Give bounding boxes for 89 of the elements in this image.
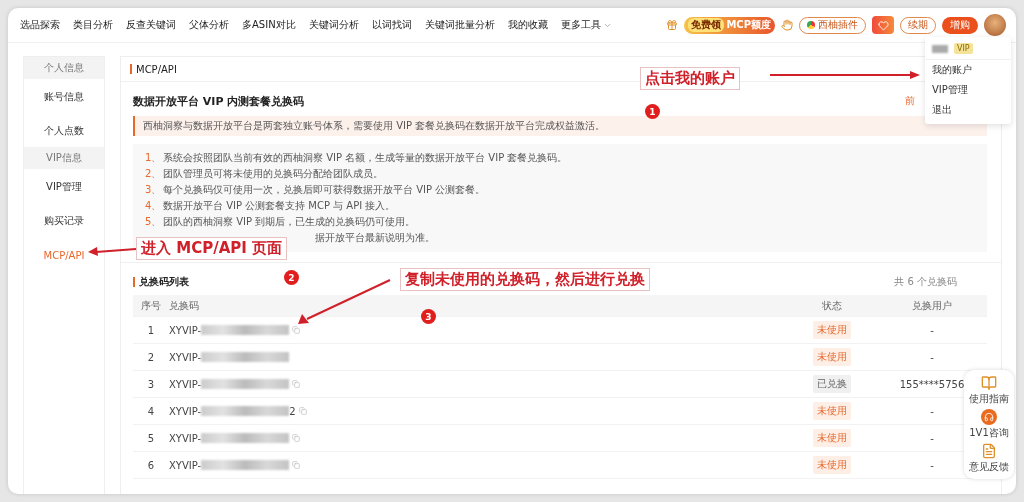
plugin-button[interactable]: 西柚插件 [799, 16, 866, 34]
rule-text: 团队的西柚洞察 VIP 到期后，已生成的兑换码仍可使用。 [163, 215, 416, 229]
nav-link[interactable]: 关键词批量分析 [424, 18, 495, 32]
code-text: XYVIP- [169, 405, 202, 417]
table-cell: - [930, 432, 934, 444]
table-cell: - [930, 459, 934, 471]
heart-icon [877, 19, 889, 31]
rule-text: 据开放平台最新说明为准。 [314, 231, 435, 245]
hand-icon [781, 19, 793, 31]
copy-icon[interactable] [292, 461, 301, 469]
status-tag: 未使用 [813, 348, 851, 366]
browser-icon [807, 21, 815, 29]
headset-icon [981, 409, 997, 425]
code-text: XYVIP- [169, 378, 202, 390]
page-title: 数据开放平台 VIP 内测套餐兑换码 [133, 93, 305, 109]
code-text: XYVIP- [169, 432, 202, 444]
table-cell: 2 [147, 351, 155, 363]
sidebar-group-label: VIP信息 [24, 147, 104, 169]
column-header: 兑换用户 [912, 298, 952, 313]
table-cell: 5 [147, 432, 155, 444]
status-tag: 未使用 [813, 321, 851, 339]
column-header: 序号 [141, 298, 161, 313]
table-cell: 6 [147, 459, 155, 471]
code-count: 共 6 个兑换码 [894, 275, 957, 289]
section-title: MCP/API [136, 63, 177, 75]
heart-button[interactable] [872, 16, 894, 34]
code-text: 2 [289, 405, 296, 417]
nav-link[interactable]: 类目分析 [73, 18, 113, 32]
notice-banner: 西柚洞察与数据开放平台是两套独立账号体系，需要使用 VIP 套餐兑换码在数据开放平台完成权益激活。 [133, 116, 987, 136]
annotation-label: 复制未使用的兑换码，然后进行兑换 [400, 268, 650, 291]
rule-text: 系统会按照团队当前有效的西柚洞察 VIP 名额，生成等量的数据开放平台 VIP 套餐兑换码。 [163, 151, 568, 165]
nav-link[interactable]: 父体分析 [189, 18, 229, 32]
table-cell: - [930, 405, 934, 417]
table-cell: - [930, 351, 934, 363]
menu-item[interactable]: VIP管理 [925, 80, 1011, 100]
menu-item[interactable]: 我的账户 [925, 60, 1011, 80]
rule-number: 2、 [145, 167, 163, 181]
promo-banner[interactable]: 免费领 MCP额度 [684, 16, 775, 34]
copy-icon[interactable] [292, 434, 301, 442]
tool-button[interactable]: 1V1咨询 [969, 409, 1009, 440]
nav-link[interactable]: 选品探索 [20, 18, 60, 32]
sidebar-group-label: 个人信息 [24, 57, 104, 79]
gift-icon [666, 19, 679, 31]
status-tag: 未使用 [813, 402, 851, 420]
code-text: XYVIP- [169, 351, 202, 363]
annotation-label: 点击我的账户 [640, 67, 740, 90]
annotation-label: 进入 MCP/API 页面 [136, 237, 288, 260]
rule-text: 团队管理员可将未使用的兑换码分配给团队成员。 [163, 167, 383, 181]
avatar[interactable] [984, 14, 1006, 36]
copy-icon[interactable] [292, 380, 301, 388]
tool-button[interactable]: 意见反馈 [969, 443, 1009, 474]
nav-link[interactable]: 关键词分析 [308, 18, 359, 32]
nav-link[interactable]: 反查关键词 [126, 18, 176, 32]
nav-dropdown[interactable]: 更多工具 [560, 18, 612, 32]
arrow [88, 246, 136, 256]
copy-icon[interactable] [292, 326, 301, 334]
book-icon [981, 375, 997, 391]
rule-text: 数据开放平台 VIP 公测套餐支持 MCP 与 API 接入。 [163, 199, 396, 213]
rule-number: 5、 [145, 215, 163, 229]
list-title: 兑换码列表 [139, 275, 189, 289]
nav-link[interactable]: 我的收藏 [507, 18, 548, 32]
table-cell: 155****5756 [899, 378, 965, 390]
document-icon [981, 443, 997, 459]
column-header: 状态 [822, 298, 842, 313]
table-cell: 3 [147, 378, 155, 390]
code-text: XYVIP- [169, 459, 202, 471]
rule-text: 每个兑换码仅可使用一次，兑换后即可获得数据开放平台 VIP 公测套餐。 [163, 183, 486, 197]
column-header: 兑换码 [169, 298, 199, 313]
status-tag: 未使用 [813, 456, 851, 474]
copy-icon[interactable] [298, 407, 307, 415]
renew-button[interactable]: 续期 [900, 16, 936, 34]
table-cell: - [930, 324, 934, 336]
status-tag: 已兑换 [813, 375, 851, 393]
vip-tag: VIP [954, 43, 973, 54]
rule-number: 4、 [145, 199, 163, 213]
promo-label: MCP额度 [726, 18, 771, 32]
promo-tag: 免费领 [688, 18, 725, 32]
nav-link[interactable]: 多ASIN对比 [242, 18, 296, 32]
status-tag: 未使用 [813, 429, 851, 447]
rule-number: 3、 [145, 183, 163, 197]
blurred-name [932, 44, 948, 53]
tool-button[interactable]: 使用指南 [969, 375, 1009, 406]
step-number: 2 [284, 270, 299, 285]
rule-number: 1、 [145, 151, 163, 165]
table-cell: 1 [147, 324, 155, 336]
table-cell: 4 [147, 405, 155, 417]
code-text: XYVIP- [169, 324, 202, 336]
nav-link[interactable]: 以词找词 [371, 18, 412, 32]
upgrade-button[interactable]: 增购 [942, 16, 978, 34]
